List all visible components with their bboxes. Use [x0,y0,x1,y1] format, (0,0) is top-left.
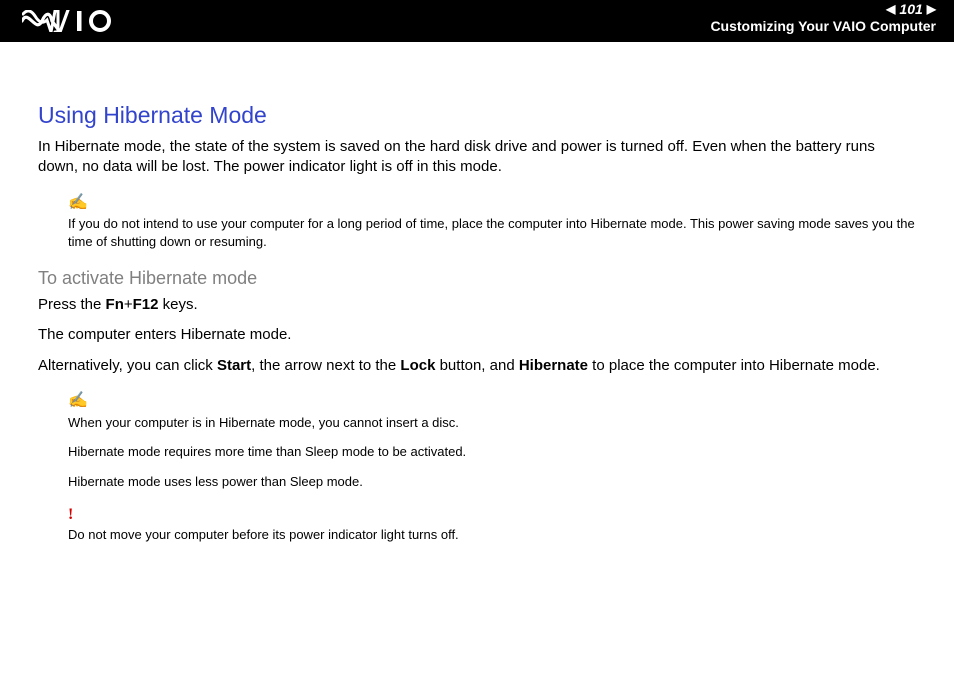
warning-icon: ! [68,504,916,526]
page-header: ◀ 101 ▶ Customizing Your VAIO Computer [0,0,954,42]
note-icon: ✍ [68,390,916,412]
note-text: Hibernate mode requires more time than S… [68,443,916,461]
step-2: The computer enters Hibernate mode. [38,325,916,345]
note-icon: ✍ [68,192,916,214]
prev-page-icon[interactable]: ◀ [886,3,895,15]
vaio-logo [22,10,118,37]
sub-heading: To activate Hibernate mode [38,268,916,289]
note-text: If you do not intend to use your compute… [68,216,915,249]
next-page-icon[interactable]: ▶ [927,3,936,15]
page-number: 101 [899,1,922,17]
note-text: Hibernate mode uses less power than Slee… [68,473,916,491]
page-content: Using Hibernate Mode In Hibernate mode, … [0,42,954,543]
page-nav: ◀ 101 ▶ [886,1,936,17]
page-title: Using Hibernate Mode [38,102,916,129]
note-block-1: ✍ If you do not intend to use your compu… [68,192,916,251]
note-block-2: ✍ When your computer is in Hibernate mod… [68,390,916,490]
section-title: Customizing Your VAIO Computer [710,18,936,34]
warning-text: Do not move your computer before its pow… [68,527,459,542]
intro-paragraph: In Hibernate mode, the state of the syst… [38,137,916,178]
warning-block: ! Do not move your computer before its p… [68,504,916,543]
alternative-step: Alternatively, you can click Start, the … [38,356,916,376]
step-1: Press the Fn+F12 keys. [38,295,916,315]
note-text: When your computer is in Hibernate mode,… [68,414,916,432]
